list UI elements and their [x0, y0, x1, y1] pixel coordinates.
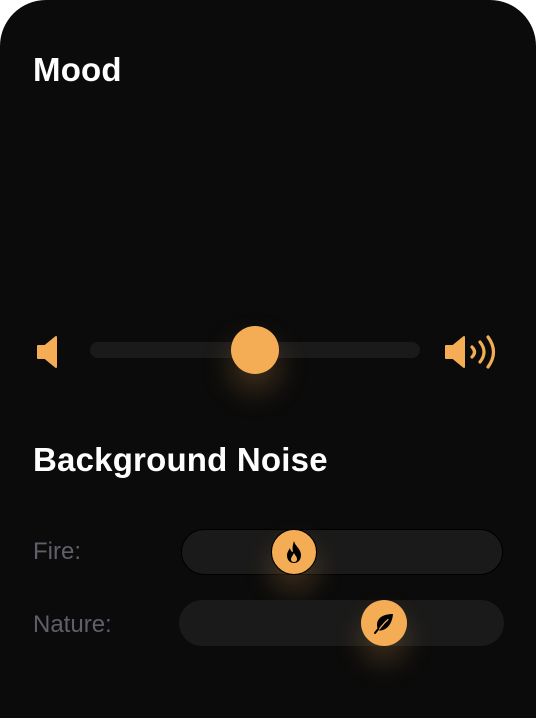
sound-panel: Mood Background Noise Fire: Nature: [0, 0, 536, 718]
flame-icon [286, 541, 301, 563]
mood-slider-thumb[interactable] [231, 326, 279, 374]
fire-label: Fire: [33, 538, 81, 565]
mood-title: Mood [33, 51, 122, 88]
speaker-high-icon[interactable] [443, 335, 501, 369]
nature-label: Nature: [33, 611, 112, 638]
speaker-low-icon[interactable] [36, 335, 64, 369]
nature-slider-track[interactable] [179, 600, 504, 646]
fire-slider-thumb[interactable] [270, 529, 317, 575]
fire-slider-track[interactable] [181, 529, 503, 575]
leaf-icon [373, 614, 393, 634]
background-noise-title: Background Noise [33, 441, 328, 478]
nature-slider-thumb[interactable] [360, 600, 407, 646]
